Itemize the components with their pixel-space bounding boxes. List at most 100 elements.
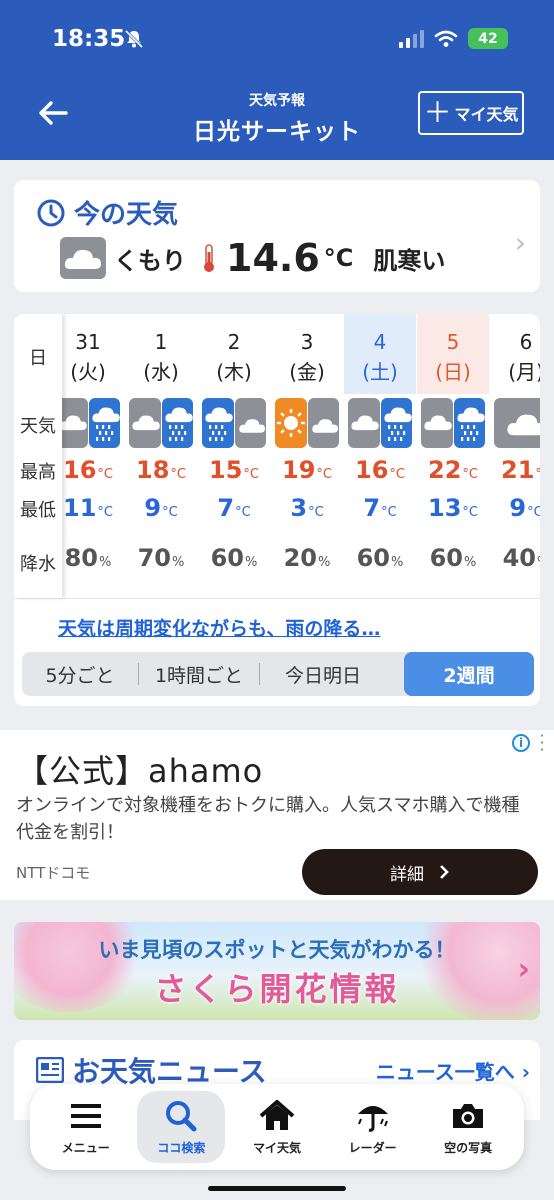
weekly-forecast-card: 日 天気 最高 最低 降水 31 (火) 16°C 11°C 80% 1 (水) 18°C 9°… [14,314,540,706]
forecast-date: 2 [227,330,241,354]
thermometer-icon [204,244,214,272]
ad-details-label: 詳細 [390,864,424,885]
cellular-signal-icon [399,29,424,48]
nav-sky-photos-label: 空の写真 [444,1140,493,1155]
nav-radar[interactable]: レーダー [329,1091,417,1163]
forecast-weekday: (水) [143,360,179,384]
forecast-day-column[interactable]: 4 (土) 16°C 7°C 60% [344,314,416,598]
home-icon [259,1099,295,1130]
forecast-low: 13°C [428,494,478,522]
forecast-precip: 40% [502,544,540,572]
chevron-right-icon: › [517,952,530,987]
divider [14,598,540,599]
forecast-precip: 20% [283,544,331,572]
forecast-day-column[interactable]: 5 (日) 22°C 13°C 60% [417,314,489,598]
umbrella-radar-icon [357,1105,388,1132]
forecast-day-column[interactable]: 1 (水) 18°C 9°C 70% [125,314,197,598]
nav-search-label: ココ検索 [157,1140,206,1155]
forecast-day-column[interactable]: 31 (火) 16°C 11°C 80% [52,314,124,598]
cloudy-icon [60,237,106,279]
forecast-precip: 60% [210,544,258,572]
search-icon [166,1100,197,1131]
ad-card[interactable]: i · · · 【公式】ahamo オンラインで対象機種をおトクに購入。人気スマホ購… [0,728,554,900]
app-header: 18:35 42 天気予報 日光サーキット ＋ マイ天気 [0,0,554,160]
forecast-high: 19°C [282,456,332,484]
forecast-date: 5 [446,330,460,354]
forecast-low: 11°C [63,494,113,522]
rain-cloudy-icon [202,398,266,448]
forecast-low: 3°C [290,494,324,522]
forecast-high: 16°C [355,456,405,484]
ad-title[interactable]: 【公式】ahamo [16,746,263,792]
sakura-banner[interactable]: いま見頃のスポットと天気がわかる！ さくら開花情報 › [14,922,540,1020]
camera-icon [453,1103,484,1128]
bell-off-icon [124,29,144,49]
wifi-icon [434,30,458,47]
bottom-navigation: メニュー ココ検索 マイ天気 レーダー 空の写真 [30,1084,524,1170]
feels-like-text: 肌寒い [373,246,446,275]
forecast-low: 9°C [509,494,540,522]
row-label-weather: 天気 [20,416,56,437]
forecast-row-labels: 日 天気 最高 最低 降水 [14,314,62,598]
current-temperature: 14.6 [226,236,320,280]
tab-5min[interactable]: 5分ごと [22,652,138,696]
tab-hourly[interactable]: 1時間ごと [139,652,259,696]
banner-title: さくら開花情報 [154,970,400,1008]
forecast-range-tabs: 5分ごと 1時間ごと 今日明日 2週間 [22,652,534,696]
forecast-high: 18°C [136,456,186,484]
nav-search[interactable]: ココ検索 [137,1091,226,1163]
home-indicator [208,1186,346,1191]
banner-subtitle: いま見頃のスポットと天気がわかる！ [98,938,456,962]
ad-description: オンラインで対象機種をおトクに購入。人気スマホ購入で機種代金を割引！ [16,795,520,843]
ad-options-icon[interactable]: · · · [538,728,546,758]
row-label-high: 最高 [20,462,56,483]
add-my-weather-label: マイ天気 [454,105,519,124]
cloudy-rain-icon [421,398,485,448]
nav-radar-label: レーダー [348,1140,397,1155]
forecast-low: 7°C [217,494,251,522]
ad-advertiser: NTTドコモ [16,864,91,882]
forecast-weekday: (木) [216,360,252,384]
nav-my-weather-label: マイ天気 [252,1140,301,1155]
ad-details-button[interactable]: 詳細 [302,849,538,895]
forecast-day-column[interactable]: 2 (木) 15°C 7°C 60% [198,314,270,598]
nav-my-weather[interactable]: マイ天気 [233,1091,321,1163]
forecast-summary-link[interactable]: 天気は周期変化ながらも、雨の降る… [58,614,380,641]
ad-info-icon[interactable]: i [512,734,530,752]
forecast-weekday: (月) [508,360,540,384]
add-my-weather-button[interactable]: ＋ マイ天気 [418,91,524,135]
forecast-precip: 80% [64,544,112,572]
current-weather-card[interactable]: 今の天気 くもり 14.6 °C 肌寒い › [14,180,540,292]
forecast-weekday: (土) [362,360,398,384]
forecast-date: 3 [300,330,314,354]
nav-menu[interactable]: メニュー [42,1091,130,1163]
news-list-link[interactable]: ニュース一覧へ › [376,1056,530,1085]
row-label-precip: 降水 [20,554,56,575]
sunny-cloudy-icon [275,398,339,448]
forecast-weekday: (日) [435,360,471,384]
forecast-weekday: (火) [70,360,106,384]
forecast-precip: 60% [429,544,477,572]
forecast-date: 1 [154,330,168,354]
battery-indicator: 42 [468,28,508,49]
row-label-low: 最低 [20,500,56,521]
tab-2weeks[interactable]: 2週間 [404,652,534,696]
forecast-precip: 70% [137,544,185,572]
cloudy-rain-icon [56,398,120,448]
tab-today-tomorrow[interactable]: 今日明日 [260,652,386,696]
plus-icon: ＋ [423,96,452,129]
cloudy-rain-icon [348,398,412,448]
forecast-low: 9°C [144,494,178,522]
cloudy-rain-icon [129,398,193,448]
current-condition: くもり [114,246,186,275]
forecast-day-column[interactable]: 3 (金) 19°C 3°C 20% [271,314,343,598]
forecast-high: 21°C [501,456,540,484]
chevron-right-icon [440,865,449,879]
forecast-date: 31 [75,330,101,354]
row-label-day: 日 [29,348,47,369]
forecast-date: 4 [373,330,387,354]
forecast-day-column[interactable]: 6 (月) 21°C 9°C 40% [490,314,540,598]
forecast-high: 15°C [209,456,259,484]
forecast-date: 6 [519,330,533,354]
nav-sky-photos[interactable]: 空の写真 [424,1091,512,1163]
